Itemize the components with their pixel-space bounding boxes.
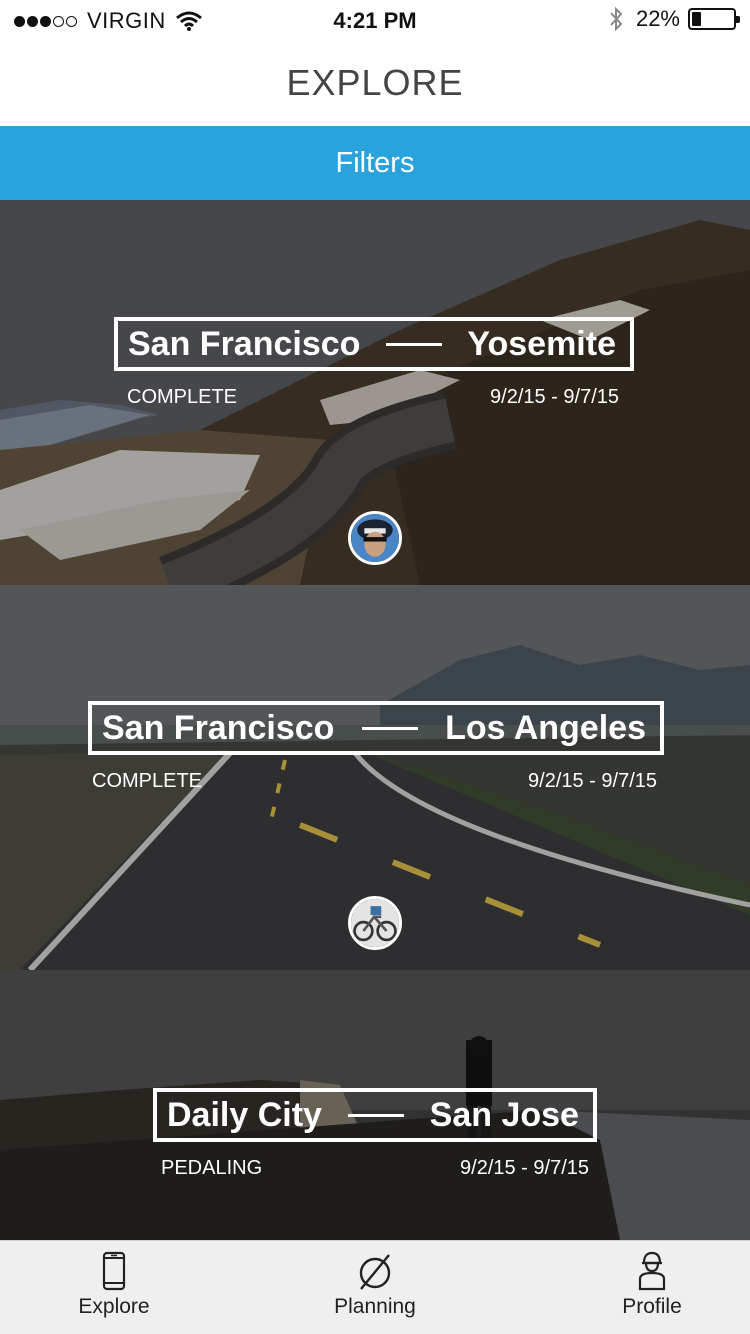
route-title-box: Daily City San Jose	[153, 1088, 597, 1142]
route-status: PEDALING	[161, 1157, 263, 1179]
nav-header: EXPLORE	[0, 40, 750, 126]
route-dates: 9/2/15 - 9/7/15	[490, 386, 619, 408]
person-icon	[638, 1251, 666, 1291]
route-dates: 9/2/15 - 9/7/15	[528, 770, 657, 792]
tab-planning[interactable]: Planning	[295, 1241, 455, 1334]
route-dates: 9/2/15 - 9/7/15	[460, 1157, 589, 1179]
tab-label: Explore	[78, 1295, 150, 1318]
battery-tip	[736, 16, 740, 23]
tab-label: Planning	[334, 1295, 416, 1318]
battery-icon	[688, 8, 740, 30]
rider-avatar[interactable]	[348, 896, 402, 950]
route-destination: Los Angeles	[445, 708, 646, 747]
route-card[interactable]: San Francisco Yosemite COMPLETE 9/2/15 -…	[0, 200, 750, 585]
tab-label: Profile	[622, 1295, 682, 1318]
route-card[interactable]: Daily City San Jose PEDALING 9/2/15 - 9/…	[0, 970, 750, 1240]
compass-icon	[359, 1254, 391, 1290]
route-card[interactable]: San Francisco Los Angeles COMPLETE 9/2/1…	[0, 585, 750, 970]
route-title-box: San Francisco Los Angeles	[88, 701, 664, 755]
bluetooth-icon	[610, 6, 623, 32]
route-destination: San Jose	[429, 1095, 579, 1134]
tab-bar: Explore Planning Profile	[0, 1240, 750, 1334]
route-connector	[385, 342, 442, 346]
battery-fill	[692, 12, 701, 26]
filters-label: Filters	[335, 146, 415, 179]
route-status: COMPLETE	[127, 386, 238, 408]
route-origin: San Francisco	[128, 324, 361, 363]
status-right: 22%	[608, 6, 740, 32]
route-title-box: San Francisco Yosemite	[114, 317, 634, 371]
filters-button[interactable]: Filters	[0, 126, 750, 200]
route-status: COMPLETE	[92, 770, 203, 792]
route-origin: Daily City	[167, 1095, 322, 1134]
page-title: EXPLORE	[286, 62, 464, 103]
phone-icon	[102, 1251, 126, 1291]
route-origin: San Francisco	[102, 708, 335, 747]
route-connector	[347, 1113, 404, 1117]
tab-profile[interactable]: Profile	[572, 1241, 732, 1334]
route-connector	[361, 726, 418, 730]
status-bar: VIRGIN 4:21 PM 22%	[0, 0, 750, 40]
battery-percent: 22%	[635, 6, 680, 31]
rider-avatar[interactable]	[348, 511, 402, 565]
route-destination: Yosemite	[467, 324, 616, 363]
tab-explore[interactable]: Explore	[34, 1241, 194, 1334]
